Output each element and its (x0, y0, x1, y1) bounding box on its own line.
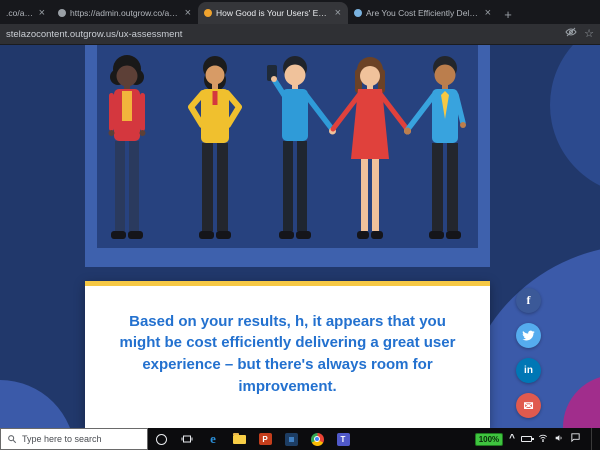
tab-label: .co/admin (6, 8, 34, 18)
page-viewport: Based on your results, h, it appears tha… (0, 45, 600, 428)
tab-close-icon[interactable]: × (38, 8, 46, 19)
file-explorer-icon (233, 435, 246, 444)
browser-tab-4[interactable]: Are You Cost Efficiently Deliverin × (348, 2, 498, 24)
character-man-yellow-jacket (191, 56, 239, 239)
email-share-button[interactable]: ✉ (516, 393, 541, 418)
character-woman-red-dress (333, 57, 411, 239)
powerpoint-icon: P (259, 433, 272, 445)
twitter-bird-icon (522, 329, 535, 342)
facebook-icon: f (527, 293, 531, 308)
pinned-app-powerpoint[interactable]: P (252, 428, 278, 450)
address-bar-url[interactable]: stelazocontent.outgrow.us/ux-assessment (6, 29, 565, 40)
decorative-circle (0, 380, 75, 428)
browser-toolbar: stelazocontent.outgrow.us/ux-assessment … (0, 24, 600, 45)
pinned-app-4[interactable] (278, 428, 304, 450)
new-tab-button[interactable]: + (498, 4, 518, 24)
browser-tab-3-active[interactable]: How Good is Your Users' Experie × (198, 2, 348, 24)
tab-favicon (354, 9, 362, 17)
cortana-button[interactable] (148, 428, 174, 450)
tab-label: How Good is Your Users' Experie (216, 8, 330, 18)
task-view-icon (181, 433, 193, 445)
share-buttons: f in ✉ (516, 288, 541, 418)
pinned-app-file-explorer[interactable] (226, 428, 252, 450)
wifi-icon[interactable] (538, 430, 548, 448)
pinned-app-edge[interactable]: e (200, 428, 226, 450)
app-icon (285, 433, 298, 446)
result-text: Based on your results, h, it appears tha… (85, 305, 490, 410)
illustration-panel (97, 45, 478, 248)
edge-icon: e (210, 431, 216, 447)
teams-icon: T (337, 433, 350, 446)
browser-tab-1[interactable]: .co/admin × (0, 2, 52, 24)
character-man-blue-shirt-phone (267, 56, 336, 239)
result-card: Based on your results, h, it appears tha… (85, 281, 490, 428)
tray-expand-caret-icon[interactable]: ^ (509, 436, 515, 442)
taskbar-search[interactable]: Type here to search (0, 428, 148, 450)
taskbar: Type here to search e P T 100% ^ (0, 428, 600, 450)
eye-off-icon[interactable] (565, 25, 577, 43)
character-woman-red-jacket (109, 55, 146, 239)
search-placeholder: Type here to search (22, 434, 102, 444)
tab-favicon (204, 9, 212, 17)
tab-label: https://admin.outgrow.co/admin (70, 8, 180, 18)
screen: .co/admin × https://admin.outgrow.co/adm… (0, 0, 600, 450)
tab-label: Are You Cost Efficiently Deliverin (366, 8, 480, 18)
action-center-icon[interactable] (570, 430, 581, 448)
browser-tab-2[interactable]: https://admin.outgrow.co/admin × (52, 2, 198, 24)
pinned-app-teams[interactable]: T (330, 428, 356, 450)
system-tray: 100% ^ (475, 428, 600, 450)
task-view-button[interactable] (174, 428, 200, 450)
pinned-app-chrome[interactable] (304, 428, 330, 450)
browser-tab-strip: .co/admin × https://admin.outgrow.co/adm… (0, 0, 600, 24)
decorative-circle (550, 45, 600, 195)
bookmark-star-icon[interactable]: ☆ (584, 29, 594, 40)
tab-favicon (58, 9, 66, 17)
characters-illustration (97, 45, 478, 248)
tab-close-icon[interactable]: × (484, 8, 492, 19)
chrome-icon (311, 433, 324, 446)
battery-icon[interactable] (521, 436, 532, 442)
search-icon (7, 434, 17, 444)
tab-close-icon[interactable]: × (184, 8, 192, 19)
character-man-yellow-tie (404, 56, 466, 239)
email-icon: ✉ (523, 399, 533, 413)
battery-percentage-badge[interactable]: 100% (475, 433, 503, 446)
twitter-share-button[interactable] (516, 323, 541, 348)
illustration-banner (85, 45, 490, 267)
tab-close-icon[interactable]: × (334, 8, 342, 19)
facebook-share-button[interactable]: f (516, 288, 541, 313)
speaker-icon[interactable] (554, 430, 564, 448)
cortana-icon (156, 434, 167, 445)
show-desktop-button[interactable] (591, 428, 595, 450)
linkedin-icon: in (524, 365, 533, 376)
linkedin-share-button[interactable]: in (516, 358, 541, 383)
